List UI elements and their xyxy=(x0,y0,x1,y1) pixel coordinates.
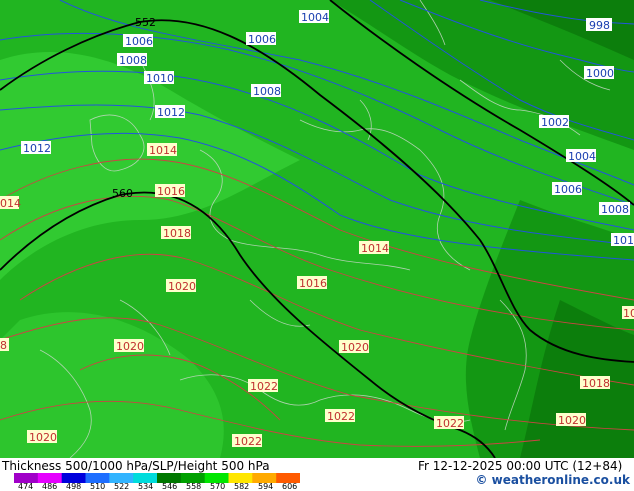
weather-map: 552 560 1004 998 1006 1006 1008 1010 100… xyxy=(0,0,634,458)
isobar-label: 1012 xyxy=(23,142,51,155)
forecast-datetime: Fr 12-12-2025 00:00 UTC (12+84) xyxy=(418,459,623,473)
isobar-label: 1006 xyxy=(125,35,153,48)
isobar-label: 8 xyxy=(0,339,7,352)
isobar-label: 1022 xyxy=(436,417,464,430)
map-footer: Thickness 500/1000 hPa/SLP/Height 500 hP… xyxy=(0,458,634,491)
isobar-label: 1014 xyxy=(361,242,389,255)
map-title: Thickness 500/1000 hPa/SLP/Height 500 hP… xyxy=(2,459,270,473)
isobar-label: 1010 xyxy=(146,72,174,85)
isobar-label: 101 xyxy=(613,234,634,247)
copyright-icon: © xyxy=(475,473,488,487)
isobar-label: 1018 xyxy=(163,227,191,240)
isobar-label: 1008 xyxy=(119,54,147,67)
isobar-label: 1008 xyxy=(601,203,629,216)
isobar-label: 1012 xyxy=(157,106,185,119)
isobar-label: 1004 xyxy=(301,11,329,24)
isobar-label: 1016 xyxy=(299,277,327,290)
isobar-label: 014 xyxy=(0,197,21,210)
isobar-label: 1020 xyxy=(116,340,144,353)
isobar-label: 1020 xyxy=(558,414,586,427)
isobar-label: 10 xyxy=(623,307,634,320)
credit-text: weatheronline.co.uk xyxy=(491,473,630,487)
isobar-label: 1022 xyxy=(234,435,262,448)
isobar-label: 1016 xyxy=(157,185,185,198)
isobar-label: 1006 xyxy=(248,33,276,46)
isobar-label: 1020 xyxy=(168,280,196,293)
isobar-label: 1020 xyxy=(341,341,369,354)
thickness-map-svg: 552 560 1004 998 1006 1006 1008 1010 100… xyxy=(0,0,634,458)
isobar-label: 1022 xyxy=(327,410,355,423)
isobar-label: 1006 xyxy=(554,183,582,196)
isobar-label: 1002 xyxy=(541,116,569,129)
isobar-label: 1022 xyxy=(250,380,278,393)
isobar-label: 1008 xyxy=(253,85,281,98)
isobar-label: 998 xyxy=(589,19,610,32)
height-label: 552 xyxy=(135,16,156,29)
height-label: 560 xyxy=(112,187,133,200)
isobar-label: 1014 xyxy=(149,144,177,157)
site-credit[interactable]: © weatheronline.co.uk xyxy=(475,473,630,487)
isobar-label: 1018 xyxy=(582,377,610,390)
isobar-label: 1000 xyxy=(586,67,614,80)
isobar-label: 1020 xyxy=(29,431,57,444)
isobar-label: 1004 xyxy=(568,150,596,163)
